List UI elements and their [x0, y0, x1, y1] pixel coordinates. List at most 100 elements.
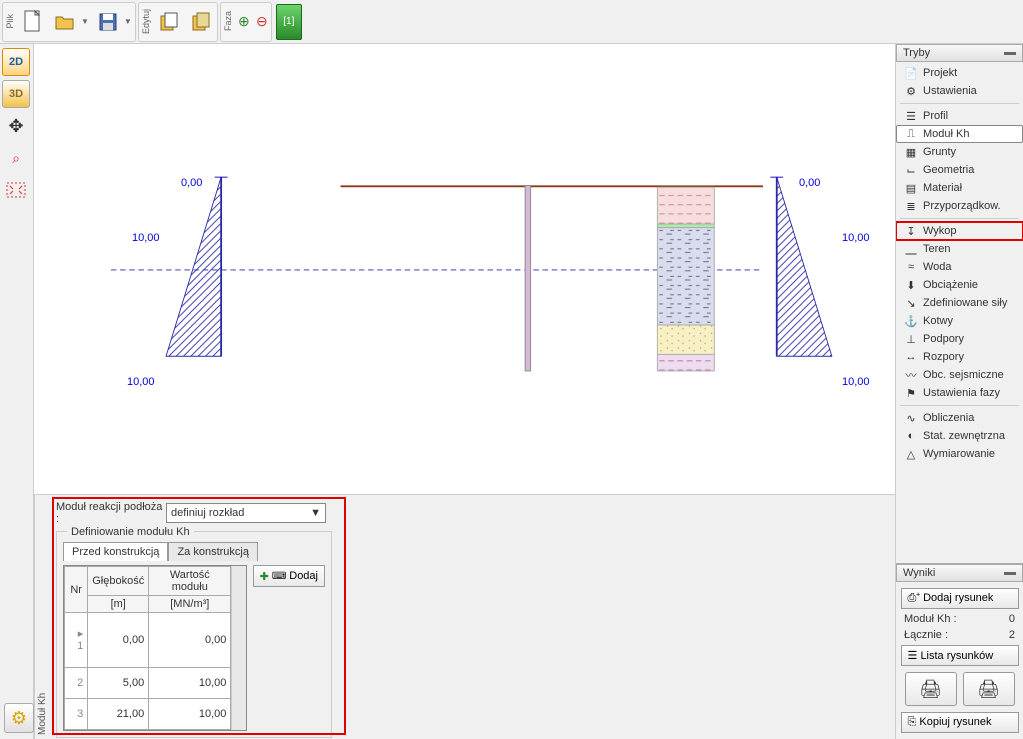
- pan-button[interactable]: ✥: [2, 112, 30, 140]
- tree-item-obc-sejsmiczne[interactable]: 〰Obc. sejsmiczne: [896, 366, 1023, 384]
- tree-icon: ☰: [904, 109, 918, 123]
- tree-label: Podpory: [923, 333, 964, 345]
- tree-label: Kotwy: [923, 315, 953, 327]
- tree-icon: ⚑: [904, 386, 918, 400]
- tree-item-grunty[interactable]: ▦Grunty: [896, 143, 1023, 161]
- tree-item-obliczenia[interactable]: ∿Obliczenia: [896, 409, 1023, 427]
- tree-item-ustawienia-fazy[interactable]: ⚑Ustawienia fazy: [896, 384, 1023, 402]
- modes-tree: 📄 Projekt ⚙ Ustawienia ☰Profil⎍Moduł Kh▦Grun…: [896, 62, 1023, 563]
- tree-icon: ⎽: [904, 242, 918, 256]
- tree-icon: ↔: [904, 350, 918, 364]
- tree-item-wymiarowanie[interactable]: △Wymiarowanie: [896, 445, 1023, 463]
- file-group-label: Plik: [3, 12, 17, 31]
- kh-table[interactable]: Nr Głębokość Wartość modułu [m] [MN/m³]: [64, 566, 231, 730]
- tree-label: Ustawienia: [923, 85, 977, 97]
- tree-item-wykop[interactable]: ↧Wykop: [896, 222, 1023, 240]
- tree-item-stat-zewn-trzna[interactable]: ◐Stat. zewnętrzna: [896, 427, 1023, 445]
- tab-after[interactable]: Za konstrukcją: [168, 542, 258, 561]
- zoom-region-button[interactable]: ⌕: [2, 144, 30, 172]
- add-row-button[interactable]: ✚ ⌨ Dodaj: [253, 565, 325, 587]
- tree-icon: ⚙: [904, 84, 918, 98]
- table-row[interactable]: ▸ 10,000,00: [65, 613, 231, 668]
- save-file-button[interactable]: [92, 4, 124, 40]
- drawing-canvas[interactable]: 0,00 10,00 10,00 0,00 10,00 10,00: [34, 44, 895, 494]
- tree-label: Wykop: [923, 225, 957, 237]
- tree-label: Zdefiniowane siły: [923, 297, 1007, 309]
- tree-item-ustawienia[interactable]: ⚙ Ustawienia: [896, 82, 1023, 100]
- dim-right-mid: 10,00: [842, 232, 870, 244]
- tree-item-obci-enie[interactable]: ⬇Obciążenie: [896, 276, 1023, 294]
- dim-top-left: 0,00: [181, 177, 202, 189]
- tree-label: Geometria: [923, 164, 974, 176]
- table-row[interactable]: 25,0010,00: [65, 667, 231, 698]
- save-dropdown[interactable]: ▼: [124, 17, 135, 26]
- chevron-down-icon: ▼: [310, 507, 321, 519]
- tree-icon: ⌙: [904, 163, 918, 177]
- add-phase-button[interactable]: ⊕: [235, 4, 253, 40]
- tree-icon: 📄: [904, 66, 918, 80]
- tree-item-teren[interactable]: ⎽ Teren: [896, 240, 1023, 258]
- tree-item-zdefiniowane-si-y[interactable]: ↘ Zdefiniowane siły: [896, 294, 1023, 312]
- open-file-button[interactable]: [49, 4, 81, 40]
- printer-icon: 🖨: [919, 679, 942, 700]
- reaction-modulus-select[interactable]: definiuj rozkład ▼: [166, 503, 326, 523]
- bottom-panel-label: Moduł Kh: [34, 495, 50, 739]
- tree-icon: ↘: [904, 296, 918, 310]
- tree-item-projekt[interactable]: 📄 Projekt: [896, 64, 1023, 82]
- new-file-button[interactable]: [17, 4, 49, 40]
- plus-icon: ✚: [260, 570, 269, 583]
- col-value-unit: [MN/m³]: [149, 596, 231, 613]
- phase-tab-1[interactable]: [1]: [276, 4, 302, 40]
- tree-item-kotwy[interactable]: ⚓Kotwy: [896, 312, 1023, 330]
- table-scrollbar[interactable]: [231, 566, 245, 730]
- tree-item-woda[interactable]: ≈Woda: [896, 258, 1023, 276]
- results-header: Wyniki: [896, 564, 1023, 582]
- col-value: Wartość modułu: [149, 567, 231, 596]
- tree-icon: ◐: [904, 429, 918, 443]
- col-nr: Nr: [65, 567, 88, 613]
- tree-icon: 〰: [904, 368, 918, 382]
- table-row[interactable]: 321,0010,00: [65, 698, 231, 729]
- tree-item-geometria[interactable]: ⌙ Geometria: [896, 161, 1023, 179]
- tree-item-podpory[interactable]: ⊥Podpory: [896, 330, 1023, 348]
- reaction-modulus-label: Moduł reakcji podłoża :: [56, 501, 166, 525]
- tree-item-przyporz-dkow-[interactable]: ≣Przyporządkow.: [896, 197, 1023, 215]
- col-depth: Głębokość: [88, 567, 149, 596]
- tree-item-modu-kh[interactable]: ⎍Moduł Kh: [896, 125, 1023, 143]
- result-row-kh: Moduł Kh : 0: [900, 611, 1019, 627]
- copy-button[interactable]: [153, 4, 185, 40]
- results-panel: Wyniki ⎙⁺ Dodaj rysunek Moduł Kh : 0 Łąc…: [896, 563, 1023, 739]
- remove-phase-button[interactable]: ⊖: [253, 4, 271, 40]
- left-toolbar: 2D 3D ✥ ⌕ ⚙: [0, 44, 34, 739]
- add-drawing-button[interactable]: ⎙⁺ Dodaj rysunek: [901, 588, 1019, 609]
- tree-label: Rozpory: [923, 351, 964, 363]
- fit-view-button[interactable]: [2, 176, 30, 204]
- tree-label: Teren: [923, 243, 951, 255]
- paste-button[interactable]: [185, 4, 217, 40]
- minimize-results[interactable]: [1004, 572, 1016, 575]
- tree-item-rozpory[interactable]: ↔ Rozpory: [896, 348, 1023, 366]
- drawing-list-button[interactable]: ☰ Lista rysunków: [901, 645, 1019, 666]
- tree-icon: ≈: [904, 260, 918, 274]
- col-depth-unit: [m]: [88, 596, 149, 613]
- phase-group-label: Faza: [221, 9, 235, 33]
- open-dropdown[interactable]: ▼: [81, 17, 92, 26]
- list-icon: ☰: [908, 650, 918, 662]
- dim-left-bot: 10,00: [127, 376, 155, 388]
- tree-label: Obliczenia: [923, 412, 974, 424]
- tree-item-materia-[interactable]: ▤Materiał: [896, 179, 1023, 197]
- phase-group: Faza ⊕ ⊖: [220, 2, 272, 42]
- print-color-button[interactable]: 🖨: [963, 672, 1015, 706]
- copy-drawing-button[interactable]: ⎘ Kopiuj rysunek: [901, 712, 1019, 733]
- tree-label: Projekt: [923, 67, 957, 79]
- view-2d-button[interactable]: 2D: [2, 48, 30, 76]
- view-3d-button[interactable]: 3D: [2, 80, 30, 108]
- kh-definition-group: Definiowanie modułu Kh Przed konstrukcją…: [56, 531, 332, 738]
- dim-top-right: 0,00: [799, 177, 820, 189]
- minimize-modes[interactable]: [1004, 52, 1016, 55]
- print-button[interactable]: 🖨: [905, 672, 957, 706]
- file-group: Plik ▼ ▼: [2, 2, 136, 42]
- tree-item-profil[interactable]: ☰Profil: [896, 107, 1023, 125]
- tab-before[interactable]: Przed konstrukcją: [63, 542, 168, 561]
- settings-button[interactable]: ⚙: [4, 703, 34, 733]
